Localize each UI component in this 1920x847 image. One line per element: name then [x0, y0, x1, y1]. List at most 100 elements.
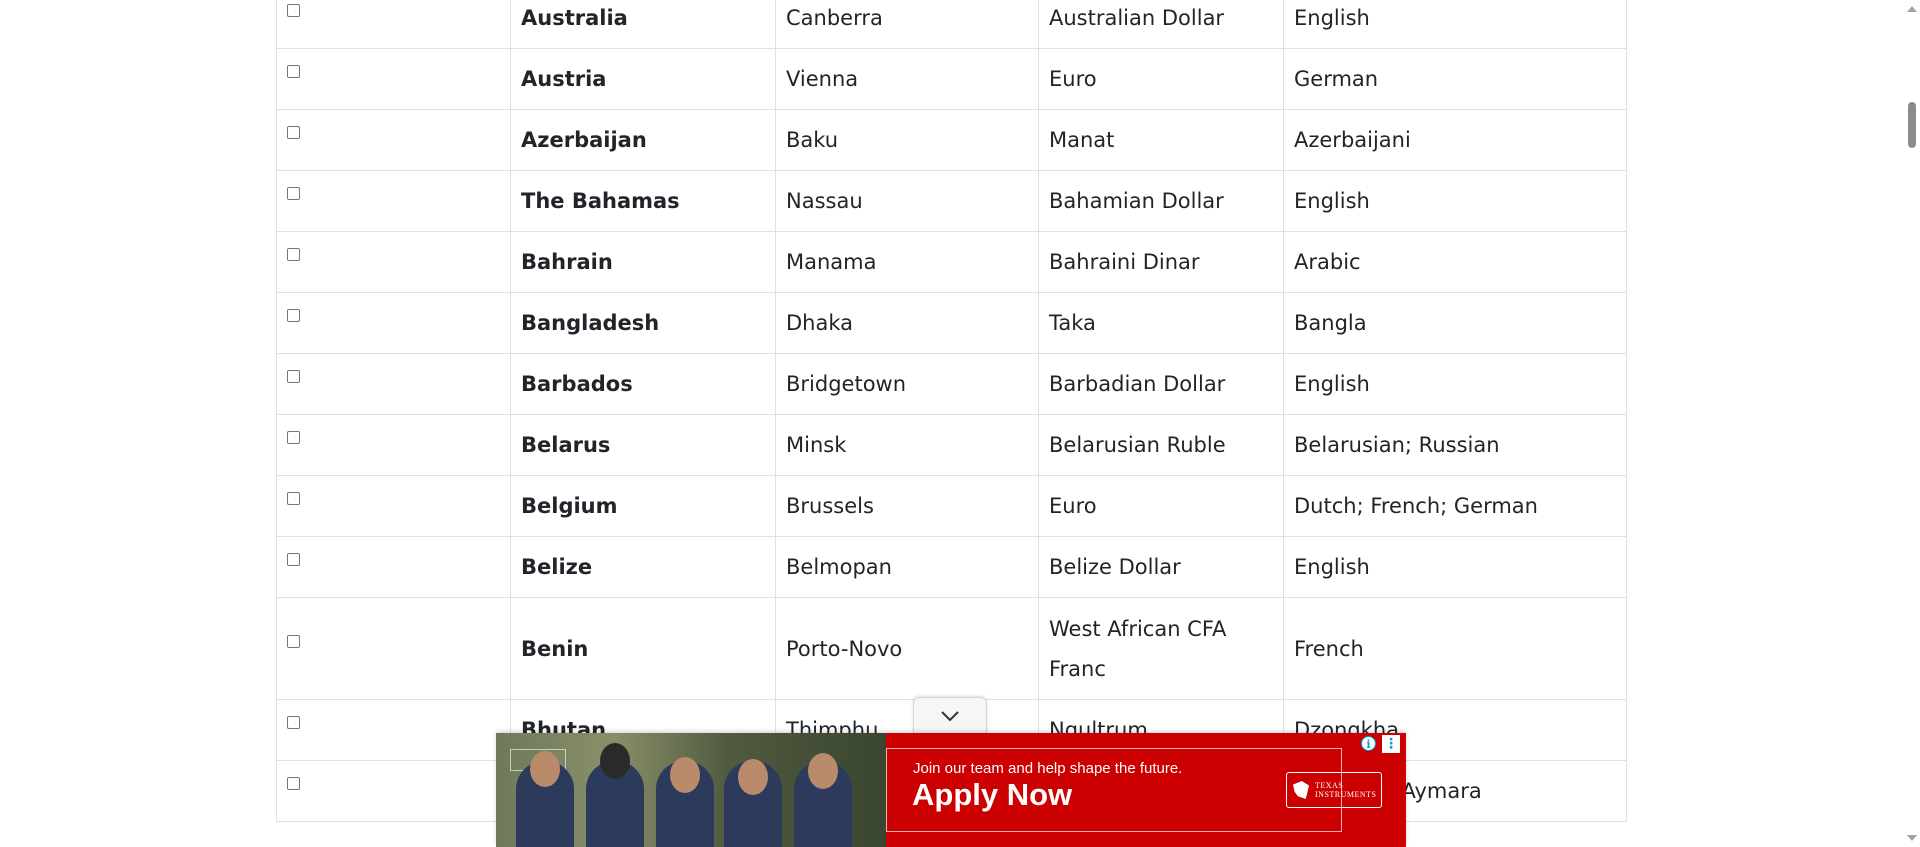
ad-banner[interactable]: Join our team and help shape the future.… [496, 733, 1406, 847]
table-row: Belarus Minsk Belarusian Ruble Belarusia… [276, 414, 1627, 476]
row-select-cell [276, 699, 511, 761]
currency-cell: Barbadian Dollar [1038, 353, 1284, 415]
table-row: Belize Belmopan Belize Dollar English [276, 536, 1627, 598]
language-cell: Azerbaijani [1283, 109, 1627, 171]
capital-cell: Nassau [775, 170, 1039, 232]
country-cell: Belgium [510, 475, 776, 537]
row-checkbox[interactable] [287, 65, 300, 78]
chevron-down-icon [941, 711, 959, 722]
capital-cell: Dhaka [775, 292, 1039, 354]
language-cell: Arabic [1283, 231, 1627, 293]
row-select-cell [276, 414, 511, 476]
row-select-cell [276, 170, 511, 232]
person-head [600, 743, 630, 779]
ad-menu-icon[interactable]: ⋮ [1382, 735, 1400, 753]
row-select-cell [276, 475, 511, 537]
table-row: Azerbaijan Baku Manat Azerbaijani [276, 109, 1627, 171]
language-cell: German [1283, 48, 1627, 110]
currency-cell: Euro [1038, 475, 1284, 537]
row-checkbox[interactable] [287, 187, 300, 200]
logo-line2: INSTRUMENTS [1315, 790, 1377, 799]
country-cell: Bangladesh [510, 292, 776, 354]
row-checkbox[interactable] [287, 634, 300, 648]
page-viewport: Australia Canberra Australian Dollar Eng… [0, 0, 1904, 847]
row-select-cell [276, 0, 511, 49]
ad-tagline: Join our team and help shape the future. [913, 760, 1183, 777]
table-row: Belgium Brussels Euro Dutch; French; Ger… [276, 475, 1627, 537]
row-checkbox[interactable] [287, 309, 300, 322]
language-cell: English [1283, 353, 1627, 415]
currency-cell: Belize Dollar [1038, 536, 1284, 598]
country-cell: Benin [510, 597, 776, 700]
currency-cell: West African CFA Franc [1038, 597, 1284, 700]
row-select-cell [276, 109, 511, 171]
row-select-cell [276, 760, 511, 822]
row-select-cell [276, 231, 511, 293]
row-select-cell [276, 597, 511, 700]
table-row: Benin Porto-Novo West African CFA Franc … [276, 597, 1627, 700]
person-head [670, 757, 700, 793]
currency-cell: Bahraini Dinar [1038, 231, 1284, 293]
capital-cell: Vienna [775, 48, 1039, 110]
capital-cell: Brussels [775, 475, 1039, 537]
capital-cell: Belmopan [775, 536, 1039, 598]
country-cell: Australia [510, 0, 776, 49]
currency-cell: Belarusian Ruble [1038, 414, 1284, 476]
ad-info-icon[interactable]: i [1361, 736, 1376, 751]
currency-cell: Euro [1038, 48, 1284, 110]
country-cell: Barbados [510, 353, 776, 415]
scroll-up-arrow-icon[interactable] [1907, 6, 1917, 12]
country-cell: The Bahamas [510, 170, 776, 232]
table-row: The Bahamas Nassau Bahamian Dollar Engli… [276, 170, 1627, 232]
table-row: Bahrain Manama Bahraini Dinar Arabic [276, 231, 1627, 293]
ti-logo-icon [1293, 781, 1309, 799]
person-head [738, 759, 768, 795]
language-cell: English [1283, 536, 1627, 598]
row-checkbox[interactable] [287, 370, 300, 383]
country-cell: Azerbaijan [510, 109, 776, 171]
language-cell: Dutch; French; German [1283, 475, 1627, 537]
country-cell: Austria [510, 48, 776, 110]
texas-instruments-logo: TEXAS INSTRUMENTS [1286, 772, 1382, 808]
table-row: Barbados Bridgetown Barbadian Dollar Eng… [276, 353, 1627, 415]
row-select-cell [276, 48, 511, 110]
row-select-cell [276, 536, 511, 598]
row-checkbox[interactable] [287, 431, 300, 444]
currency-cell: Taka [1038, 292, 1284, 354]
person-head [530, 751, 560, 787]
row-checkbox[interactable] [287, 4, 300, 17]
row-checkbox[interactable] [287, 248, 300, 261]
row-checkbox[interactable] [287, 492, 300, 505]
country-cell: Belarus [510, 414, 776, 476]
capital-cell: Baku [775, 109, 1039, 171]
country-cell: Belize [510, 536, 776, 598]
row-checkbox[interactable] [287, 716, 300, 729]
table-row: Bangladesh Dhaka Taka Bangla [276, 292, 1627, 354]
ti-logo-text: TEXAS INSTRUMENTS [1315, 781, 1377, 799]
country-cell: Bahrain [510, 231, 776, 293]
row-select-cell [276, 292, 511, 354]
scrollbar-thumb[interactable] [1908, 102, 1916, 148]
language-cell: Bangla [1283, 292, 1627, 354]
language-cell: French [1283, 597, 1627, 700]
row-select-cell [276, 353, 511, 415]
currency-cell: Australian Dollar [1038, 0, 1284, 49]
scroll-down-arrow-icon[interactable] [1907, 835, 1917, 841]
row-checkbox[interactable] [287, 777, 300, 790]
currency-cell: Manat [1038, 109, 1284, 171]
row-checkbox[interactable] [287, 553, 300, 566]
ad-collapse-toggle[interactable] [913, 697, 987, 734]
person-head [808, 753, 838, 789]
vertical-scrollbar[interactable] [1904, 0, 1920, 847]
language-cell: English [1283, 0, 1627, 49]
ad-team-photo [496, 733, 886, 847]
capital-cell: Porto-Novo [775, 597, 1039, 700]
capital-cell: Minsk [775, 414, 1039, 476]
language-cell: Belarusian; Russian [1283, 414, 1627, 476]
capital-cell: Canberra [775, 0, 1039, 49]
row-checkbox[interactable] [287, 126, 300, 139]
table-row: Austria Vienna Euro German [276, 48, 1627, 110]
capital-cell: Bridgetown [775, 353, 1039, 415]
currency-cell: Bahamian Dollar [1038, 170, 1284, 232]
apply-now-button[interactable]: Apply Now [912, 777, 1072, 813]
